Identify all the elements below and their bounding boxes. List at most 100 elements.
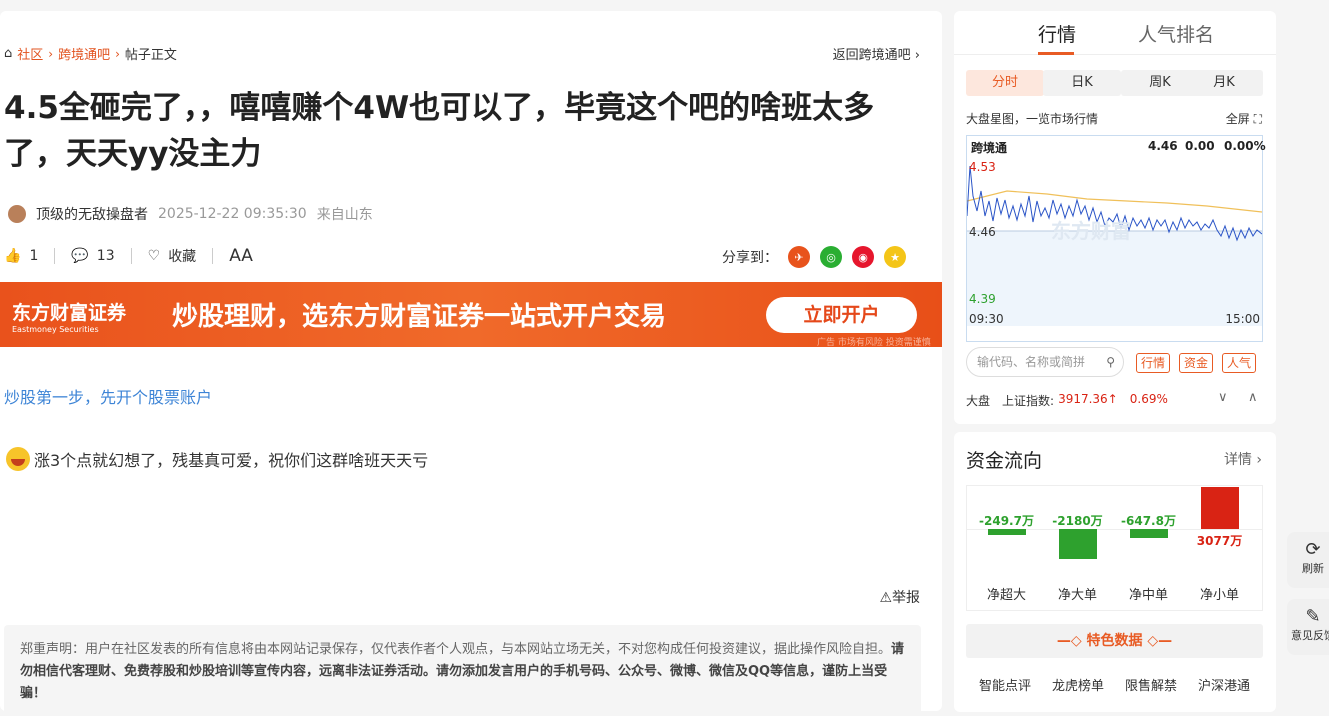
- fullscreen-button[interactable]: 全屏 ⛶: [1226, 110, 1262, 127]
- heart-icon: ♡: [147, 248, 161, 264]
- feature-links: 智能点评 龙虎榜单 限售解禁 沪深港通: [966, 675, 1263, 694]
- mini-chart-caption: 大盘星图，一览市场行情: [966, 112, 1099, 126]
- feedback-button[interactable]: ✎意见反馈: [1287, 599, 1329, 655]
- star-icon[interactable]: ★: [884, 246, 906, 268]
- ad-slogan: 炒股理财，选东方财富证券一站式开户交易: [172, 302, 667, 332]
- share-label: 分享到：: [722, 250, 778, 266]
- flow-bar: [1201, 487, 1239, 529]
- index-label: 大盘: [966, 394, 991, 408]
- fund-flow-title: 资金流向: [966, 450, 1043, 472]
- tab-monthly-k[interactable]: 月K: [1185, 70, 1263, 96]
- stock-search-input[interactable]: 输代码、名称或简拼 ⚲: [966, 347, 1124, 377]
- disclaimer: 郑重声明：用户在社区发表的所有信息将由本网站记录保存，仅代表作者个人观点，与本网…: [4, 625, 921, 716]
- popularity-tag[interactable]: 人气: [1222, 353, 1257, 373]
- flow-value-label: 3077万: [1196, 534, 1243, 548]
- ad-disclaimer: 广告 市场有风险 投资需谨慎: [817, 338, 931, 347]
- intraday-chart[interactable]: 跨境通 4.46 0.00 0.00% 东方财富 4.53 4.46 4.39 …: [966, 135, 1266, 342]
- fund-tag[interactable]: 资金: [1179, 353, 1214, 373]
- link-dragon-tiger[interactable]: 龙虎榜单: [1052, 675, 1104, 694]
- chart-header: 跨境通 4.46 0.00 0.00%: [967, 136, 1266, 156]
- stock-price: 4.46: [1148, 139, 1178, 153]
- link-smart-review[interactable]: 智能点评: [979, 675, 1031, 694]
- post-panel: ⌂ 社区 › 跨境通吧 › 帖子正文 返回跨境通吧 › 4.5全砸完了，，嘻嘻赚…: [0, 11, 942, 716]
- laugh-emoji-icon: [6, 447, 30, 471]
- flow-bar: [988, 529, 1026, 535]
- market-panel: 行情 人气排名 分时 日K 周K 月K 大盘星图，一览市场行情 全屏 ⛶ 跨境通…: [954, 11, 1276, 424]
- fund-flow-detail-link[interactable]: 详情 ›: [1224, 449, 1262, 469]
- brokerage-logo: 东方财富证券 Eastmoney Securities: [12, 302, 127, 334]
- flow-category-label: 净小单: [1199, 588, 1239, 603]
- fund-flow-chart: -249.7万 净超大 -2180万 净大单 -647.8万 净中单 3077万净小单: [966, 485, 1263, 611]
- search-icon[interactable]: ⚲: [1106, 348, 1115, 376]
- post-meta: 顶级的无敌操盘者 2025-12-22 09:35:30 来自山东: [8, 204, 373, 224]
- index-pct: 0.69%: [1129, 392, 1168, 406]
- post-location: 来自山东: [316, 207, 373, 223]
- report-button[interactable]: ⚠举报: [879, 587, 920, 607]
- wechat-icon[interactable]: ◎: [820, 246, 842, 268]
- thumbs-up-icon: 👍: [4, 248, 22, 264]
- chevron-right-icon: ›: [914, 48, 920, 63]
- tab-intraday[interactable]: 分时: [966, 70, 1044, 96]
- index-ticker: 大盘 上证指数: 3917.36↑ 0.69%: [966, 392, 1168, 409]
- crumb-community[interactable]: 社区: [17, 44, 43, 63]
- ad-banner[interactable]: 东方财富证券 Eastmoney Securities 炒股理财，选东方财富证券一…: [0, 282, 942, 347]
- flow-category-label: 净超大: [986, 588, 1026, 603]
- font-size-button[interactable]: AA: [229, 246, 253, 266]
- tab-market[interactable]: 行情: [1038, 20, 1076, 47]
- fund-flow-panel: 资金流向 详情 › -249.7万 净超大 -2180万 净大单 -647.8万 净中单 3…: [954, 432, 1276, 712]
- author-name[interactable]: 顶级的无敌操盘者: [36, 204, 148, 224]
- post-actions: 👍 1 💬 13 ♡ 收藏 AA: [4, 246, 253, 266]
- back-to-bar-link[interactable]: 返回跨境通吧 ›: [833, 44, 920, 63]
- post-text: 涨3个点就幻想了，残基真可爱，祝你们这群啥班天天亏: [34, 451, 429, 470]
- price-low: 4.39: [969, 292, 996, 306]
- flow-value-label: -2180万: [1052, 514, 1103, 528]
- flow-value-label: -647.8万: [1121, 514, 1176, 528]
- favorite-button[interactable]: ♡ 收藏: [148, 246, 197, 266]
- time-start: 09:30: [969, 312, 1004, 326]
- tab-daily-k[interactable]: 日K: [1043, 70, 1121, 96]
- crumb-current: 帖子正文: [124, 48, 177, 63]
- stock-change: 0.00: [1185, 139, 1215, 153]
- price-line-svg: 东方财富: [967, 165, 1262, 326]
- feature-data-banner[interactable]: —◇ 特色数据 ◇—: [966, 624, 1263, 658]
- chevron-down-icon[interactable]: ∨: [1218, 390, 1228, 405]
- index-value: 3917.36↑: [1058, 392, 1118, 406]
- stock-pct: 0.00%: [1224, 139, 1266, 153]
- alarm-icon: ⚠: [879, 590, 892, 606]
- index-name: 上证指数:: [1002, 394, 1055, 408]
- feedback-icon: ✎: [1305, 606, 1321, 627]
- breadcrumb: ⌂ 社区 › 跨境通吧 › 帖子正文: [4, 44, 177, 63]
- price-high: 4.53: [969, 160, 996, 174]
- link-lockup-release[interactable]: 限售解禁: [1125, 675, 1177, 694]
- comment-icon: 💬: [71, 248, 89, 264]
- post-time: 2025-12-22 09:35:30: [158, 206, 307, 222]
- flow-category-label: 净中单: [1128, 588, 1168, 603]
- weibo-icon[interactable]: ◉: [852, 246, 874, 268]
- quote-tag[interactable]: 行情: [1136, 353, 1171, 373]
- chevron-right-icon: ›: [48, 46, 54, 61]
- svg-text:东方财富: 东方财富: [1051, 219, 1131, 243]
- promo-link[interactable]: 炒股第一步，先开个股票账户: [4, 384, 212, 408]
- flow-bar: [1059, 529, 1097, 559]
- refresh-button[interactable]: ⟳ 刷新: [1287, 532, 1329, 588]
- post-body: 涨3个点就幻想了，残基真可爱，祝你们这群啥班天天亏: [6, 447, 428, 471]
- share-bar: 分享到： ✈ ◎ ◉ ★: [722, 246, 906, 268]
- crumb-bar[interactable]: 跨境通吧: [58, 44, 110, 63]
- like-button[interactable]: 👍 1: [4, 248, 38, 264]
- flow-value-label: -249.7万: [979, 514, 1034, 528]
- link-hk-connect[interactable]: 沪深港通: [1198, 675, 1250, 694]
- flow-category-label: 净大单: [1057, 588, 1097, 603]
- chevron-up-icon[interactable]: ∧: [1248, 390, 1258, 405]
- stock-name: 跨境通: [971, 141, 1008, 155]
- price-mid: 4.46: [969, 225, 996, 239]
- chevron-right-icon: ›: [115, 46, 120, 61]
- tab-popularity[interactable]: 人气排名: [1138, 20, 1214, 47]
- refresh-icon: ⟳: [1305, 539, 1321, 560]
- home-icon[interactable]: ⌂: [4, 46, 12, 61]
- avatar[interactable]: [8, 205, 26, 223]
- share-feed-icon[interactable]: ✈: [788, 246, 810, 268]
- comment-button[interactable]: 💬 13: [71, 248, 114, 264]
- fullscreen-icon: ⛶: [1253, 112, 1262, 126]
- post-title: 4.5全砸完了，，嘻嘻赚个4W也可以了，毕竟这个吧的啥班太多了，天天yy没主力: [4, 90, 875, 172]
- open-account-button[interactable]: 立即开户: [766, 297, 917, 333]
